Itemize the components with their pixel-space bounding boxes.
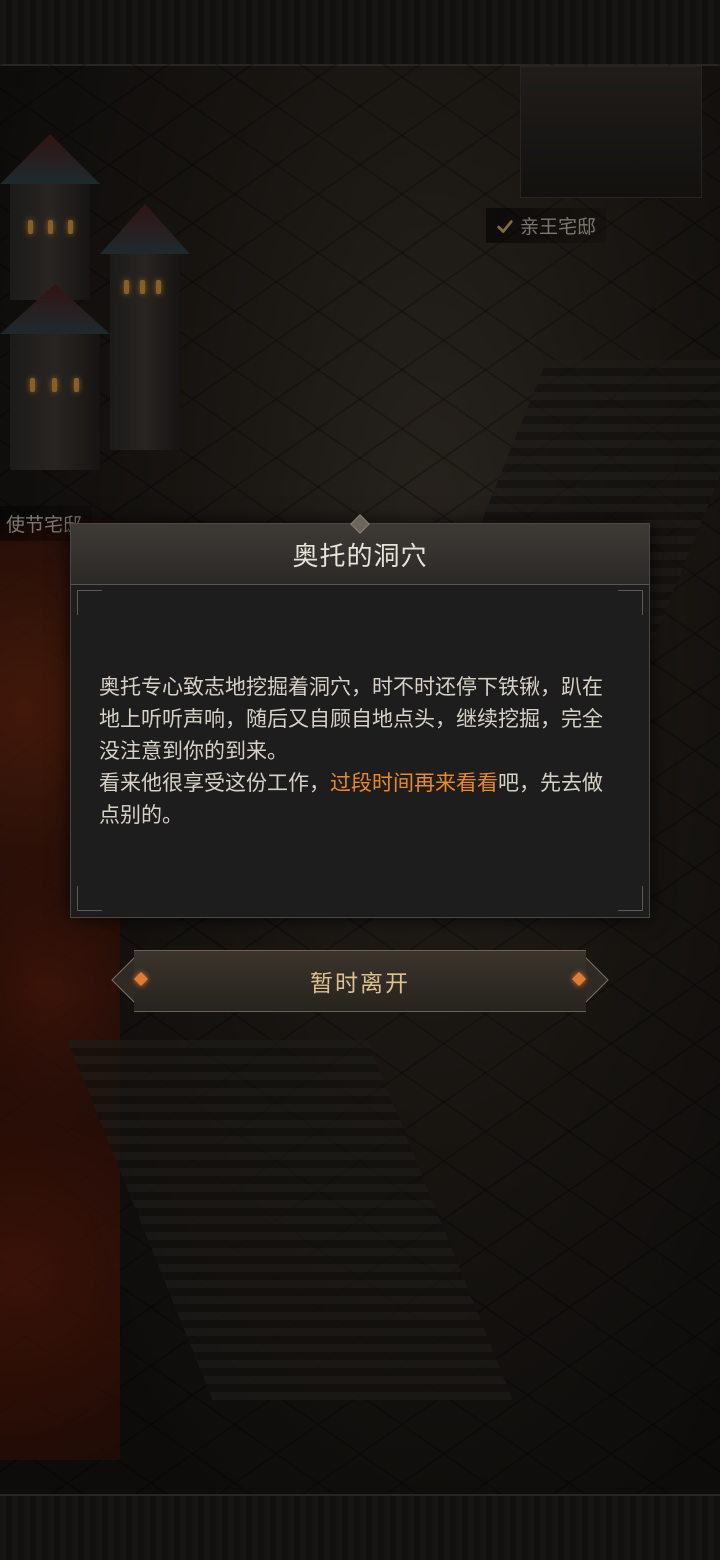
dialog-paragraph: 看来他很享受这份工作，过段时间再来看看吧，先去做点别的。 (99, 767, 613, 831)
game-scene: 亲王宅邸 使节宅邸 奥托的洞穴 奥托专心致志地挖掘着洞穴，时不时还停下铁锹，趴在… (0, 0, 720, 1560)
leave-for-now-button[interactable]: 暂时离开 (111, 950, 609, 1012)
button-body[interactable]: 暂时离开 (134, 950, 586, 1012)
corner-ornament (77, 886, 102, 911)
dialog-text: 看来他很享受这份工作， (99, 771, 330, 795)
leave-button-label: 暂时离开 (310, 971, 410, 997)
dialog-title: 奥托的洞穴 (292, 541, 428, 572)
corner-ornament (618, 590, 643, 615)
dialog-body: 奥托专心致志地挖掘着洞穴，时不时还停下铁锹，趴在地上听听声响，随后又自顾自地点头… (99, 671, 613, 831)
corner-ornament (77, 590, 102, 615)
event-dialog: 奥托的洞穴 奥托专心致志地挖掘着洞穴，时不时还停下铁锹，趴在地上听听声响，随后又… (70, 514, 650, 918)
corner-ornament (618, 886, 643, 911)
dialog-highlight-text: 过段时间再来看看 (330, 771, 498, 795)
dialog-paragraph: 奥托专心致志地挖掘着洞穴，时不时还停下铁锹，趴在地上听听声响，随后又自顾自地点头… (99, 675, 603, 763)
